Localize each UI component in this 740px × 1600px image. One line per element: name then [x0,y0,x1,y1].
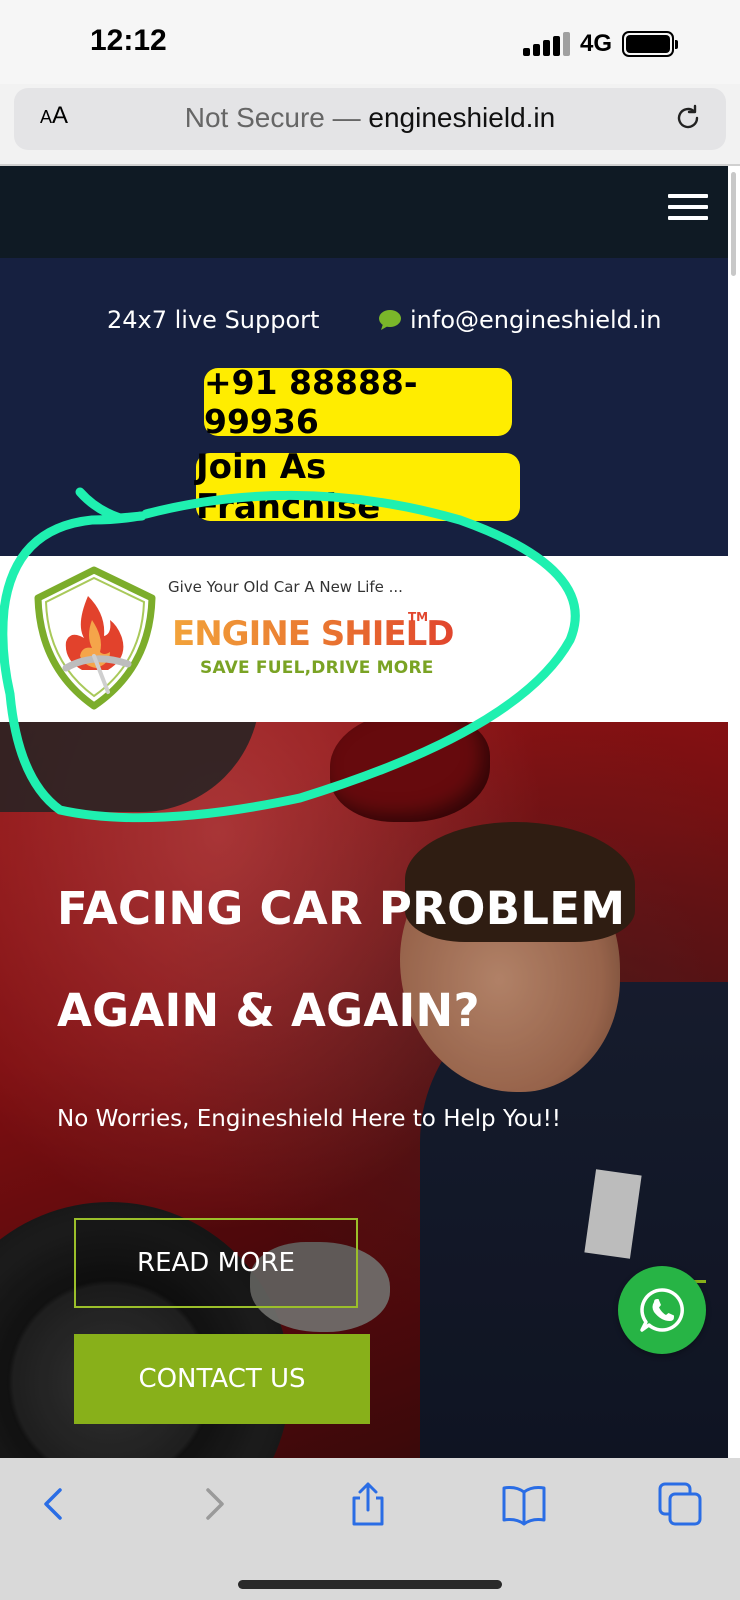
trademark-mark: TM [408,610,429,624]
logo-tagline: Give Your Old Car A New Life ... [168,578,403,596]
status-bar: 12:12 4G [0,0,740,84]
battery-icon [622,31,678,57]
contact-us-button[interactable]: CONTACT US [74,1334,370,1424]
hero-banner: FACING CAR PROBLEM AGAIN & AGAIN? No Wor… [0,722,728,1458]
security-label: Not Secure — [184,102,369,133]
back-icon[interactable] [32,1480,80,1528]
hero-title-line-2: AGAIN & AGAIN? [57,984,480,1037]
hamburger-menu-icon[interactable] [668,194,708,224]
chat-bubble-icon [379,310,401,330]
support-text: 24x7 live Support [107,306,320,334]
whatsapp-icon [640,1288,684,1332]
shield-logo-icon [34,566,156,710]
forward-icon[interactable] [188,1480,236,1528]
reload-icon[interactable] [672,102,704,134]
status-time: 12:12 [90,24,167,57]
home-indicator[interactable] [238,1580,502,1589]
share-icon[interactable] [344,1480,392,1528]
read-more-button[interactable]: READ MORE [74,1218,358,1308]
url-domain: engineshield.in [368,102,556,133]
hero-subtitle: No Worries, Engineshield Here to Help Yo… [57,1106,562,1132]
status-indicators: 4G [522,30,678,58]
browser-toolbar [0,1458,740,1600]
tabs-icon[interactable] [656,1480,704,1528]
email-link[interactable]: info@engineshield.in [378,306,661,334]
whatsapp-button[interactable] [618,1266,706,1354]
site-navbar [0,166,728,258]
logo-slogan: SAVE FUEL,DRIVE MORE [200,658,434,678]
cellular-signal-icon [522,32,570,56]
address-bar[interactable]: AA Not Secure — engineshield.in [14,88,726,150]
email-text: info@engineshield.in [410,306,662,334]
logo-banner[interactable]: Give Your Old Car A New Life ... ENGINE … [0,556,728,722]
contact-info-bar: 24x7 live Support info@engineshield.in +… [0,258,728,556]
page-scroll-track [728,166,740,1458]
hero-title-line-1: FACING CAR PROBLEM [57,882,626,935]
phone-button[interactable]: +91 88888-99936 [204,363,512,441]
page-scrollbar[interactable] [731,172,736,276]
join-franchise-button[interactable]: Join As Franchise [196,447,520,527]
url-display[interactable]: Not Secure — engineshield.in [14,102,726,134]
bookmarks-icon[interactable] [500,1480,548,1528]
network-type: 4G [579,30,612,57]
